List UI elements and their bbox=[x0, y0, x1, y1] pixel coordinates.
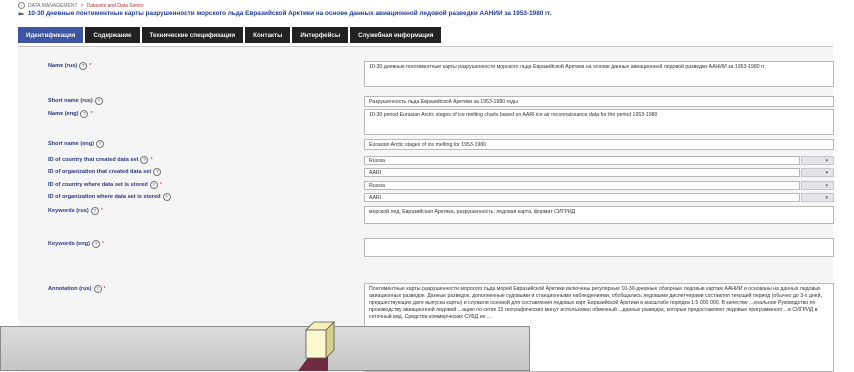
name-eng-label: Name (eng) ? * bbox=[48, 110, 93, 118]
tab-technical-specs[interactable]: Технические спецификации bbox=[141, 27, 244, 43]
help-icon[interactable]: ? bbox=[93, 285, 102, 293]
help-icon[interactable]: ? bbox=[91, 240, 100, 248]
name-rus-label: Name (rus) ? * bbox=[48, 62, 91, 70]
help-icon[interactable]: ? bbox=[80, 110, 89, 118]
short-name-rus-field[interactable]: Разрушенность льда Евразийской Арктики з… bbox=[364, 96, 834, 107]
keywords-rus-field[interactable]: морской лед, Евразийская Арктика, разруш… bbox=[364, 206, 834, 224]
keywords-eng-label: Keywords (eng) ? * bbox=[48, 240, 104, 248]
required-marker: * bbox=[90, 111, 93, 117]
help-icon[interactable]: ? bbox=[162, 193, 171, 201]
tab-contacts[interactable]: Контакты bbox=[245, 27, 291, 43]
required-marker: * bbox=[159, 182, 162, 188]
short-name-rus-label-text: Short name (rus) bbox=[48, 98, 93, 104]
page-title-text: 10-30 дневные понтиментные карты разруше… bbox=[27, 10, 552, 17]
help-icon[interactable]: ? bbox=[153, 168, 162, 176]
identification-form: Name (rus) ? * 10-30 дневные понтиментны… bbox=[18, 46, 834, 372]
keywords-eng-label-text: Keywords (eng) bbox=[48, 241, 90, 247]
short-name-eng-label-text: Short name (eng) bbox=[48, 141, 94, 147]
name-eng-label-text: Name (eng) bbox=[48, 111, 79, 117]
back-arrow-icon[interactable]: ⇐ bbox=[18, 10, 24, 18]
keywords-rus-label-text: Keywords (rus) bbox=[48, 208, 89, 214]
country-created-label: ID of country that created data set ? * bbox=[48, 156, 153, 164]
org-stored-dropdown-button[interactable]: ▾ bbox=[801, 193, 834, 202]
org-created-dropdown-button[interactable]: ▾ bbox=[801, 168, 834, 177]
short-name-eng-label: Short name (eng) ? bbox=[48, 140, 104, 148]
org-created-label-text: ID of organization that created data set bbox=[48, 169, 152, 175]
chevron-down-icon: ▾ bbox=[825, 195, 828, 201]
breadcrumb: ⌂ DATA MANAGEMENT > Datasets and Data Se… bbox=[18, 2, 143, 9]
short-name-eng-field[interactable]: Eurasian Arctic stages of ice melting fo… bbox=[364, 139, 834, 150]
chevron-down-icon: ▾ bbox=[825, 170, 828, 176]
keywords-eng-field[interactable] bbox=[364, 238, 834, 257]
home-icon[interactable]: ⌂ bbox=[18, 2, 25, 9]
overlay-panel bbox=[0, 326, 530, 371]
name-eng-field[interactable]: 10-30 period Eurasian Arctic stages of i… bbox=[364, 109, 834, 135]
short-name-rus-label: Short name (rus) ? bbox=[48, 97, 103, 105]
country-created-label-text: ID of country that created data set bbox=[48, 157, 139, 163]
tab-service-info[interactable]: Служебная информация bbox=[350, 27, 442, 43]
keywords-rus-label: Keywords (rus) ? * bbox=[48, 207, 103, 215]
breadcrumb-root[interactable]: DATA MANAGEMENT bbox=[28, 3, 78, 9]
required-marker: * bbox=[103, 286, 106, 292]
country-stored-dropdown-button[interactable]: ▾ bbox=[801, 181, 834, 190]
org-created-select[interactable]: AARI bbox=[364, 168, 800, 177]
required-marker: * bbox=[89, 63, 92, 69]
help-icon[interactable]: ? bbox=[90, 207, 99, 215]
chevron-down-icon: ▾ bbox=[825, 158, 828, 164]
page-title: ⇐ 10-30 дневные понтиментные карты разру… bbox=[18, 10, 552, 18]
breadcrumb-current[interactable]: Datasets and Data Series bbox=[86, 3, 143, 9]
breadcrumb-separator: > bbox=[80, 2, 84, 9]
required-marker: * bbox=[150, 157, 153, 163]
org-stored-label-text: ID of organization where data set is sto… bbox=[48, 194, 161, 200]
cube-icon bbox=[298, 321, 335, 371]
name-rus-field[interactable]: 10-30 дневные понтиментные карты разруше… bbox=[364, 61, 834, 87]
org-stored-select[interactable]: AARI bbox=[364, 193, 800, 202]
annotation-rus-label-text: Annotation (rus) bbox=[48, 286, 92, 292]
help-icon[interactable]: ? bbox=[79, 62, 88, 70]
country-created-select[interactable]: Russia bbox=[364, 156, 800, 165]
required-marker: * bbox=[100, 208, 103, 214]
country-stored-label-text: ID of country where data set is stored bbox=[48, 182, 148, 188]
tab-bar: Идентификация Содержание Технические спе… bbox=[18, 27, 442, 43]
tab-content[interactable]: Содержание bbox=[85, 27, 140, 43]
required-marker: * bbox=[101, 241, 105, 247]
help-icon[interactable]: ? bbox=[96, 140, 104, 148]
tab-interfaces[interactable]: Интерфейсы bbox=[292, 27, 349, 43]
country-stored-label: ID of country where data set is stored ?… bbox=[48, 181, 162, 189]
help-icon[interactable]: ? bbox=[149, 181, 158, 189]
help-icon[interactable]: ? bbox=[140, 156, 149, 164]
country-stored-select[interactable]: Russia bbox=[364, 181, 800, 190]
chevron-down-icon: ▾ bbox=[825, 183, 828, 189]
tab-identification[interactable]: Идентификация bbox=[18, 27, 84, 43]
country-created-dropdown-button[interactable]: ▾ bbox=[801, 156, 834, 165]
annotation-rus-label: Annotation (rus) ? * bbox=[48, 285, 106, 293]
org-stored-label: ID of organization where data set is sto… bbox=[48, 193, 171, 201]
org-created-label: ID of organization that created data set… bbox=[48, 168, 162, 176]
name-rus-label-text: Name (rus) bbox=[48, 63, 78, 69]
help-icon[interactable]: ? bbox=[94, 97, 103, 105]
